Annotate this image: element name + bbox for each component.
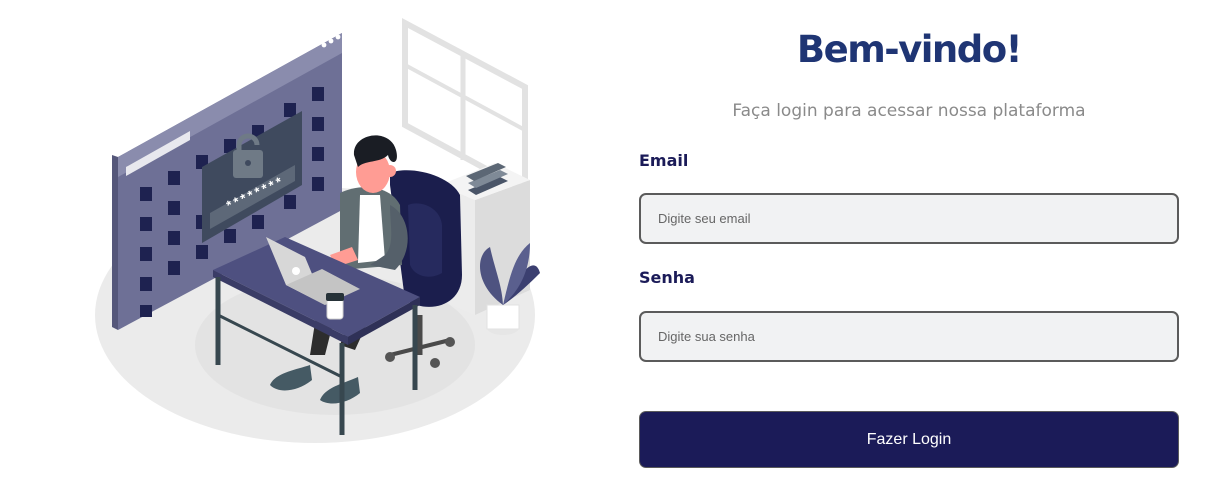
page-subtitle: Faça login para acessar nossa plataforma [732,101,1086,121]
password-label: Senha [639,268,695,287]
login-form: Bem-vindo! Faça login para acessar nossa… [639,0,1179,498]
email-label: Email [639,151,689,170]
password-field[interactable] [639,311,1179,362]
login-button[interactable]: Fazer Login [639,411,1179,468]
illustration-svg: ******** [95,18,540,443]
page-title: Bem-vindo! [796,28,1023,71]
background-window [402,18,528,196]
email-field[interactable] [639,193,1179,244]
security-login-illustration: ******** [90,15,560,450]
coffee-cup [326,293,344,320]
